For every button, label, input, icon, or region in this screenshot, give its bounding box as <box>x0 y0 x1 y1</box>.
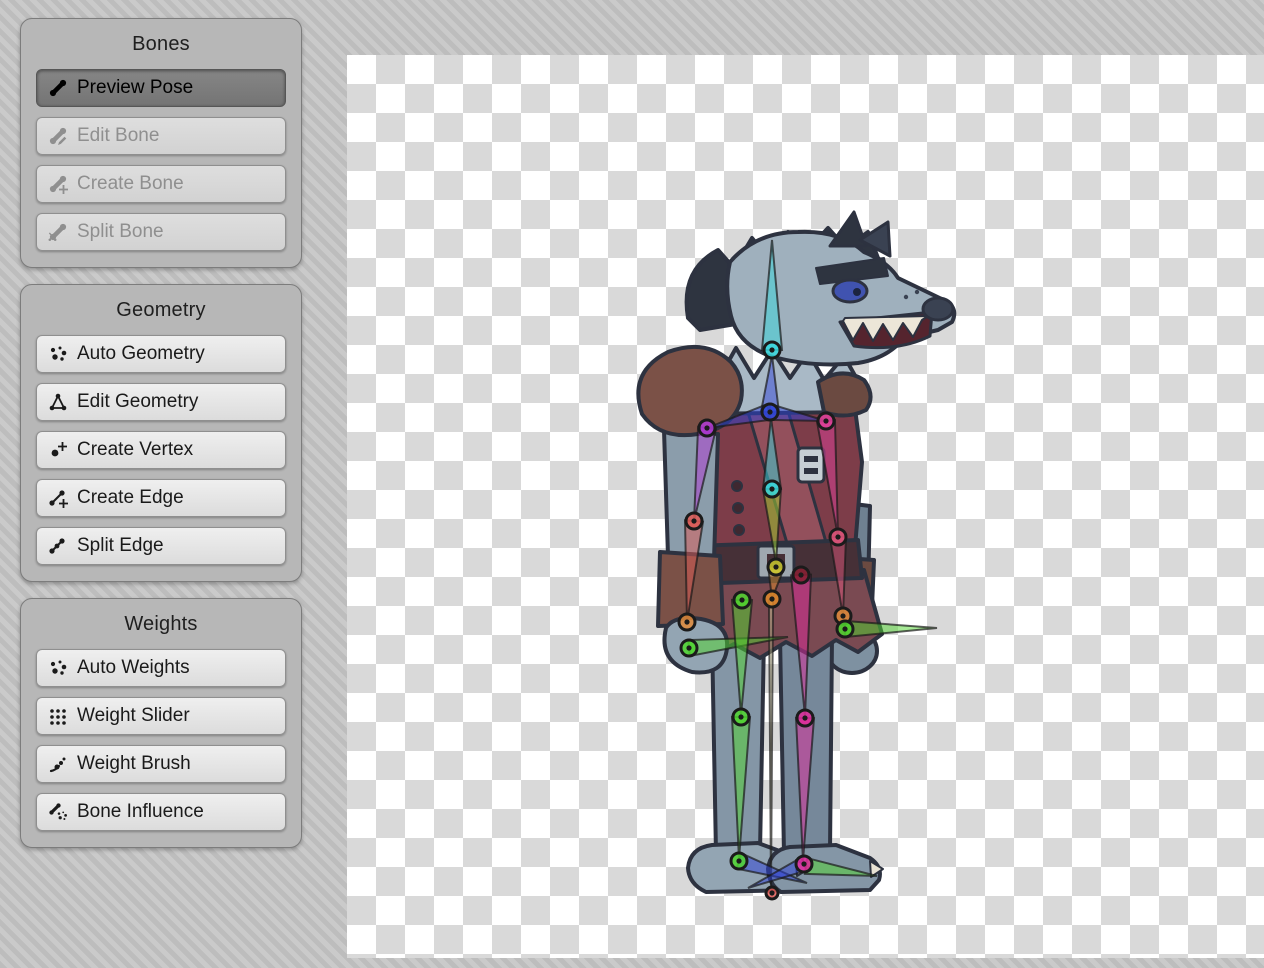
split-edge-icon <box>48 536 68 556</box>
tool-edit-bone[interactable]: Edit Bone <box>36 117 286 155</box>
toolbox: Bones Preview Pose Edit Bone Create Bone… <box>20 18 302 864</box>
preview-pose-icon <box>48 78 68 98</box>
tool-label: Preview Pose <box>77 77 193 99</box>
tool-auto-weights[interactable]: Auto Weights <box>36 649 286 687</box>
tool-label: Create Vertex <box>77 439 193 461</box>
tool-create-bone[interactable]: Create Bone <box>36 165 286 203</box>
tool-create-vertex[interactable]: Create Vertex <box>36 431 286 469</box>
skinning-editor: Bones Preview Pose Edit Bone Create Bone… <box>0 0 1264 968</box>
weight-brush-icon <box>48 754 68 774</box>
tool-split-bone[interactable]: Split Bone <box>36 213 286 251</box>
tool-label: Weight Brush <box>77 753 191 775</box>
panel-weights: Weights Auto Weights Weight Slider Weigh… <box>20 598 302 848</box>
panel-title-bones: Bones <box>36 33 286 56</box>
tool-label: Edit Geometry <box>77 391 198 413</box>
edit-geometry-icon <box>48 392 68 412</box>
tool-label: Bone Influence <box>77 801 204 823</box>
panel-title-geometry: Geometry <box>36 299 286 322</box>
tool-preview-pose[interactable]: Preview Pose <box>36 69 286 107</box>
panel-geometry: Geometry Auto Geometry Edit Geometry Cre… <box>20 284 302 582</box>
bone-influence-icon <box>48 802 68 822</box>
tool-label: Split Edge <box>77 535 164 557</box>
create-edge-icon <box>48 488 68 508</box>
tool-weight-brush[interactable]: Weight Brush <box>36 745 286 783</box>
tool-label: Auto Geometry <box>77 343 205 365</box>
tool-auto-geometry[interactable]: Auto Geometry <box>36 335 286 373</box>
edit-bone-icon <box>48 126 68 146</box>
sprite-canvas[interactable] <box>347 55 1264 958</box>
tool-label: Weight Slider <box>77 705 190 727</box>
create-vertex-icon <box>48 440 68 460</box>
auto-weights-icon <box>48 658 68 678</box>
tool-label: Edit Bone <box>77 125 159 147</box>
auto-geometry-icon <box>48 344 68 364</box>
tool-weight-slider[interactable]: Weight Slider <box>36 697 286 735</box>
tool-bone-influence[interactable]: Bone Influence <box>36 793 286 831</box>
panel-bones: Bones Preview Pose Edit Bone Create Bone… <box>20 18 302 268</box>
tool-label: Split Bone <box>77 221 164 243</box>
weight-slider-icon <box>48 706 68 726</box>
tool-create-edge[interactable]: Create Edge <box>36 479 286 517</box>
tool-label: Create Bone <box>77 173 184 195</box>
tool-split-edge[interactable]: Split Edge <box>36 527 286 565</box>
tool-label: Auto Weights <box>77 657 190 679</box>
create-bone-icon <box>48 174 68 194</box>
tool-edit-geometry[interactable]: Edit Geometry <box>36 383 286 421</box>
split-bone-icon <box>48 222 68 242</box>
tool-label: Create Edge <box>77 487 184 509</box>
panel-title-weights: Weights <box>36 613 286 636</box>
